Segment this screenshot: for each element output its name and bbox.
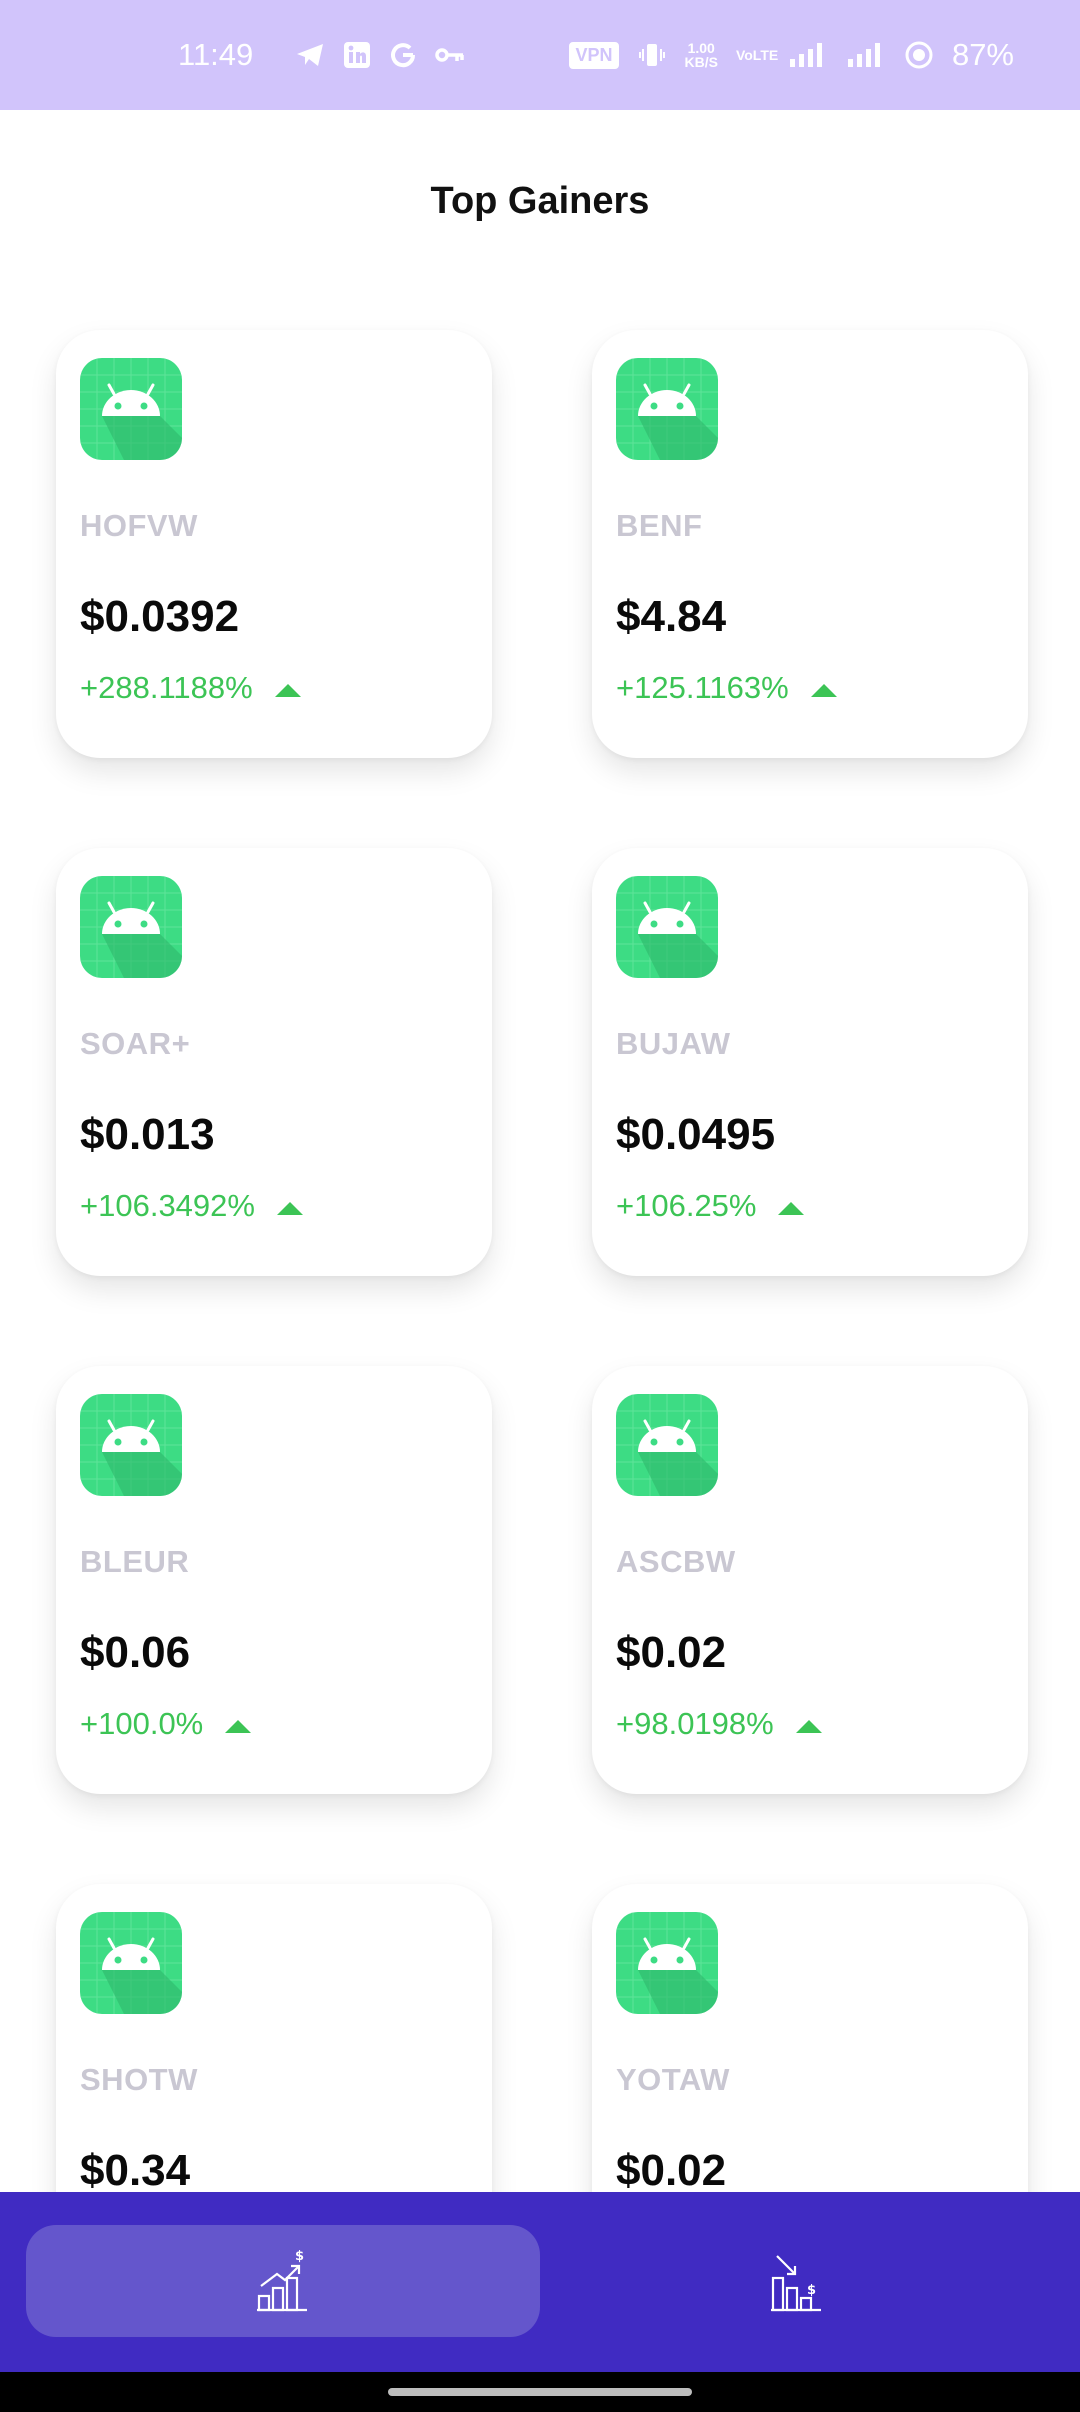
stock-change: +125.1163% [616,670,789,705]
stock-change: +98.0198% [616,1706,774,1741]
stock-symbol: HOFVW [80,508,198,543]
android-app-icon [80,358,182,460]
stock-price: $4.84 [616,592,727,641]
android-app-icon [616,1394,718,1496]
stock-symbol: BLEUR [80,1544,190,1579]
up-arrow-icon [225,1719,252,1733]
stock-price: $0.013 [80,1110,215,1159]
stock-card-bujaw[interactable]: BUJAW $0.0495 +106.25% [592,848,1028,1276]
network-speed: 1.00 KB/S [685,41,718,69]
signal-icon-2 [846,41,886,69]
stock-change-row: +106.25% [616,1188,805,1224]
gainers-chart-icon: $ [257,2250,307,2312]
google-icon [389,41,417,69]
up-arrow-icon [276,1201,303,1215]
stock-price: $0.0495 [616,1110,776,1159]
nav-gainers-button[interactable]: $ [26,2225,540,2337]
stock-change: +106.25% [616,1188,757,1223]
android-app-icon [616,1912,718,2014]
volte-indicator: VoLTE [735,47,779,63]
up-arrow-icon [778,1201,805,1215]
stock-change-row: +106.3492% [80,1188,303,1224]
stock-change-row: +125.1163% [616,670,837,706]
bottom-nav: $ $ [0,2192,1080,2372]
stock-symbol: ASCBW [616,1544,736,1579]
stock-card-benf[interactable]: BENF $4.84 +125.1163% [592,330,1028,758]
android-app-icon [80,1394,182,1496]
status-right: VPN 1.00 KB/S VoLTE 87% [569,37,1014,73]
battery-percentage: 87% [951,37,1014,72]
signal-icon [788,41,828,69]
stock-symbol: SHOTW [80,2062,198,2097]
stock-change: +106.3492% [80,1188,255,1223]
stock-change: +100.0% [80,1706,204,1741]
stock-card-bleur[interactable]: BLEUR $0.06 +100.0% [56,1366,492,1794]
key-icon [435,45,465,65]
network-speed-unit: KB/S [684,54,718,70]
status-bar: 11:49 VPN 1.00 KB/S VoLTE 87% [0,0,1080,110]
up-arrow-icon [810,683,837,697]
stock-price: $0.02 [616,2146,727,2195]
stock-symbol: BENF [616,508,703,543]
stock-card-ascbw[interactable]: ASCBW $0.02 +98.0198% [592,1366,1028,1794]
svg-text:$: $ [807,2283,816,2298]
stock-symbol: SOAR+ [80,1026,191,1061]
stock-change-row: +100.0% [80,1706,252,1742]
svg-text:$: $ [295,2250,304,2264]
stock-change-row: +288.1188% [80,670,301,706]
stock-price: $0.02 [616,1628,727,1677]
stock-price: $0.34 [80,2146,191,2195]
android-app-icon [616,358,718,460]
vpn-badge: VPN [569,41,619,69]
android-app-icon [80,1912,182,2014]
page-title: Top Gainers [430,180,650,222]
stock-symbol: YOTAW [616,2062,730,2097]
battery-saver-icon [904,40,934,70]
android-app-icon [616,876,718,978]
network-speed-value: 1.00 [687,40,715,56]
telegram-icon [295,42,325,68]
system-navigation-bar [0,2372,1080,2412]
gainers-grid: HOFVW $0.0392 +288.1188% BENF $4.84 +125… [56,330,1028,2312]
linkedin-icon [343,41,371,69]
up-arrow-icon [795,1719,822,1733]
status-left: 11:49 [178,37,465,73]
stock-price: $0.0392 [80,592,240,641]
losers-chart-icon: $ [771,2255,821,2312]
stock-card-soar[interactable]: SOAR+ $0.013 +106.3492% [56,848,492,1276]
stock-change-row: +98.0198% [616,1706,822,1742]
nav-losers-button[interactable]: $ [540,2225,1054,2337]
stock-change: +288.1188% [80,670,253,705]
status-time: 11:49 [178,37,254,72]
vibrate-icon [637,40,667,70]
stock-price: $0.06 [80,1628,191,1677]
android-app-icon [80,876,182,978]
up-arrow-icon [274,683,301,697]
stock-symbol: BUJAW [616,1026,731,1061]
stock-card-hofvw[interactable]: HOFVW $0.0392 +288.1188% [56,330,492,758]
home-gesture-handle[interactable] [388,2388,692,2396]
